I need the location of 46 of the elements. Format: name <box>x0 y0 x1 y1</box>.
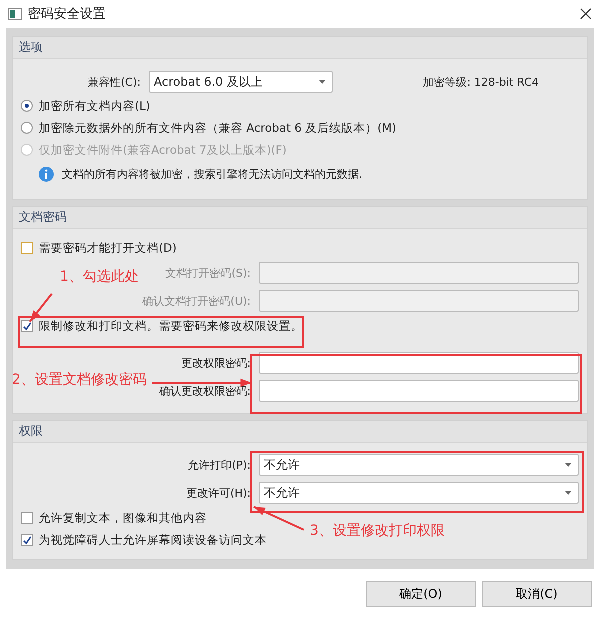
caret-icon <box>319 80 326 84</box>
info-icon <box>39 166 54 182</box>
permission-dropdown[interactable]: 不允许 <box>259 482 579 504</box>
section-title: 权限 <box>13 421 587 443</box>
checkbox[interactable] <box>21 242 33 254</box>
section-title: 文档密码 <box>13 207 587 229</box>
info-text: 文档的所有内容将被加密，搜索引擎将无法访问文档的元数据. <box>62 166 362 182</box>
check-icon <box>22 536 32 544</box>
caret-icon <box>565 491 572 495</box>
field-label: 更改权限密码: <box>181 356 251 370</box>
option-label: 仅加密文件附件(兼容Acrobat 7及以上版本)(F) <box>39 142 287 158</box>
arrow <box>254 506 304 531</box>
compatibility-dropdown[interactable]: Acrobat 6.0 及以上 <box>149 71 333 93</box>
option-label: 需要密码才能打开文档(D) <box>39 240 177 256</box>
field-label: 确认更改权限密码: <box>159 384 251 398</box>
window-title: 密码安全设置 <box>28 6 107 23</box>
section-title: 选项 <box>13 37 587 59</box>
dialog-button[interactable]: 取消(C) <box>482 581 592 607</box>
option-label: 为视觉障碍人士允许屏幕阅读设备访问文本 <box>39 532 267 548</box>
field-label: 更改许可(H): <box>186 486 251 500</box>
radio-button[interactable] <box>21 122 33 134</box>
checkbox[interactable] <box>21 534 33 546</box>
field-label: 确认文档打开密码(U): <box>142 294 251 308</box>
field-label: 文档打开密码(S): <box>166 266 251 280</box>
option-label: 限制修改和打印文档。需要密码来修改权限设置。 <box>39 318 303 334</box>
option-label: 加密除元数据外的所有文件内容（兼容 Acrobat 6 及后续版本）(M) <box>39 120 397 136</box>
field-label: 兼容性(C): <box>88 74 141 90</box>
radio-button[interactable] <box>21 100 33 112</box>
field-label: 允许打印(P): <box>188 458 251 472</box>
annotation-text: 2、设置文档修改密码 <box>12 371 147 389</box>
option-label: 加密所有文档内容(L) <box>39 98 150 114</box>
caret-icon <box>565 463 572 467</box>
option-label: 允许复制文本，图像和其他内容 <box>39 510 207 526</box>
password-field[interactable] <box>259 380 579 402</box>
check-icon <box>22 322 32 330</box>
checkbox[interactable] <box>21 320 33 332</box>
arrow <box>29 293 53 323</box>
checkbox[interactable] <box>21 512 33 524</box>
permission-dropdown[interactable]: 不允许 <box>259 454 579 476</box>
annotation-text: 1、勾选此处 <box>60 268 139 286</box>
dialog-button[interactable]: 确定(O) <box>366 581 476 607</box>
close-icon[interactable] <box>580 8 592 20</box>
annotation-text: 3、设置修改打印权限 <box>310 522 445 540</box>
encryption-level: 加密等级: 128-bit RC4 <box>423 74 539 90</box>
app-icon <box>8 8 22 20</box>
password-field[interactable] <box>259 352 579 374</box>
